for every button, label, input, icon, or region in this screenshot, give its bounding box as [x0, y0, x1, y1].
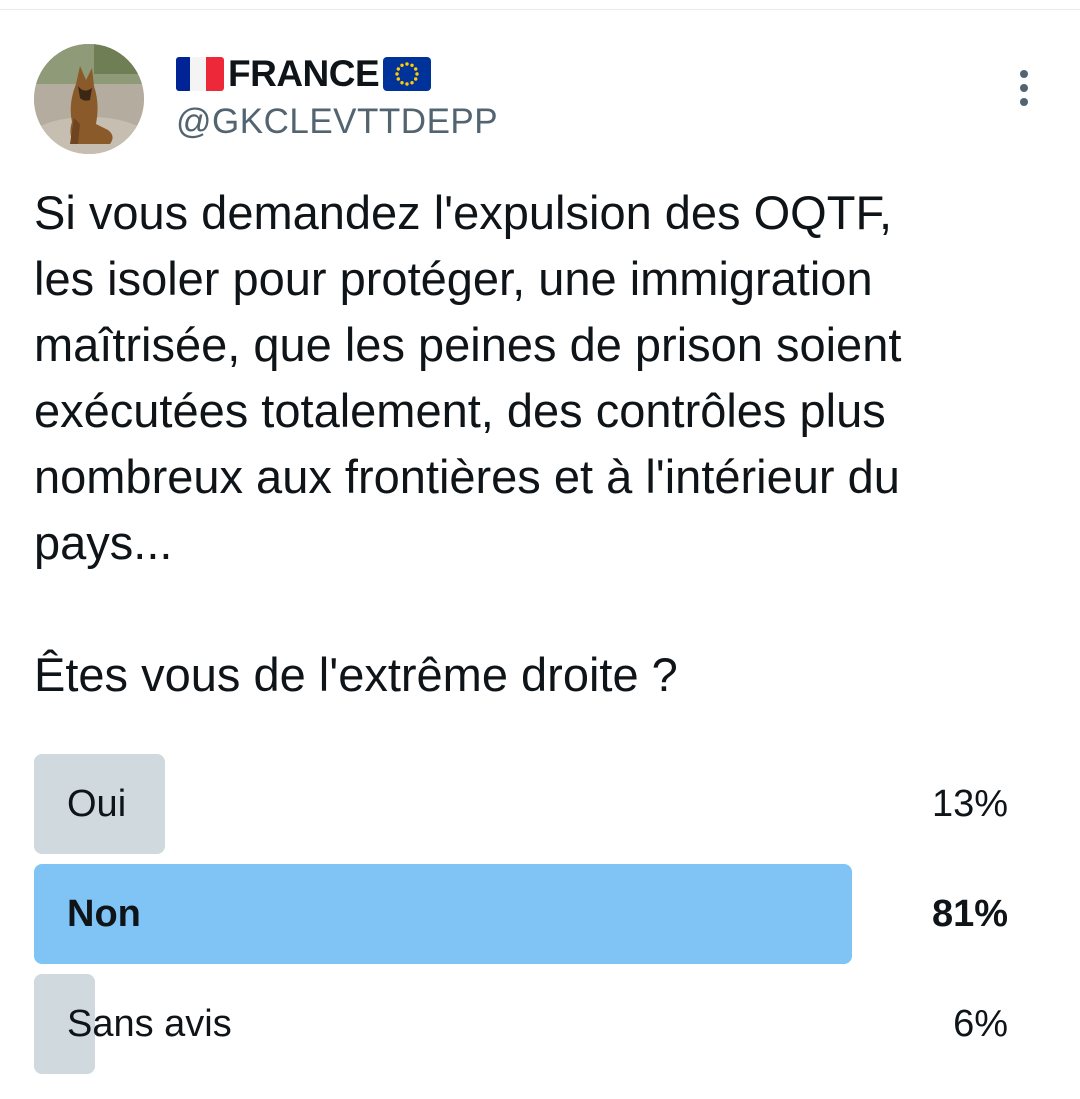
poll-option-oui[interactable]: Oui 13%: [34, 754, 1044, 854]
poll: Oui 13% Non 81% Sans avis 6%: [34, 754, 1044, 1084]
author-display-name[interactable]: FRANCE: [176, 52, 432, 96]
flag-france-icon: [176, 57, 224, 91]
avatar[interactable]: [34, 44, 144, 154]
poll-option-percent: 13%: [931, 783, 1008, 825]
author-handle[interactable]: @GKCLEVTTDEPP: [176, 102, 498, 142]
poll-option-label: Oui: [67, 783, 127, 825]
poll-result-bar: [34, 864, 852, 964]
more-vertical-icon[interactable]: [1006, 66, 1042, 110]
poll-option-percent: 81%: [931, 893, 1008, 935]
poll-option-sans-avis[interactable]: Sans avis 6%: [34, 974, 1044, 1074]
poll-option-label: Sans avis: [67, 1003, 232, 1045]
poll-option-percent: 6%: [953, 1003, 1008, 1045]
top-divider: [0, 9, 1080, 10]
poll-option-non[interactable]: Non 81%: [34, 864, 1044, 964]
poll-option-label: Non: [67, 893, 141, 935]
tweet-text: Si vous demandez l'expulsion des OQTF, l…: [34, 186, 902, 701]
flag-european-union-icon: [383, 57, 432, 91]
author-name-text: FRANCE: [228, 53, 380, 94]
dog-photo: [34, 44, 144, 154]
